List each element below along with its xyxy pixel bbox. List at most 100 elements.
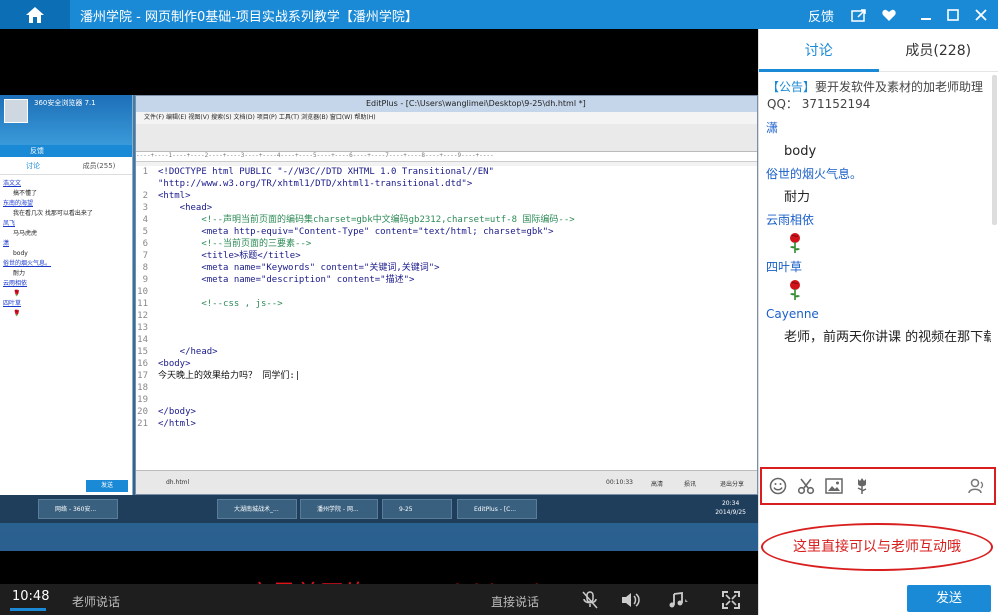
code-line: 19 [136, 394, 757, 406]
code-line: 1 <!DOCTYPE html PUBLIC "-//W3C//DTD XHTM… [136, 166, 757, 178]
clock-date: 2014/9/25 [715, 509, 746, 516]
maximize-icon[interactable] [944, 6, 962, 24]
line-number: 13 [137, 323, 148, 333]
mini-chat-user: 云雨相依 [3, 280, 28, 287]
teacher-speak-button[interactable]: 老师说话 [72, 593, 120, 610]
feedback-link[interactable]: 反馈 [808, 6, 834, 25]
tab-members[interactable]: 成员(228) [879, 29, 998, 71]
mini-chat-message: 🌹 [13, 290, 21, 297]
editplus-code: 1 <!DOCTYPE html PUBLIC "-//W3C//DTD XHTM… [136, 166, 757, 471]
fullscreen-icon[interactable] [720, 590, 742, 610]
mini-chat-bar: 反馈 [0, 145, 132, 157]
send-button[interactable]: 发送 [907, 585, 991, 612]
rose-icon [759, 279, 991, 303]
code-line: 20 </body> [136, 406, 757, 418]
image-icon[interactable] [820, 472, 848, 500]
volume-icon[interactable] [620, 590, 642, 610]
code-line: 10 [136, 286, 757, 298]
line-number: 21 [137, 419, 148, 429]
code-line: 9 <meta name="description" content="描述"> [136, 274, 757, 286]
mini-chat-message: 耐力 [13, 270, 26, 277]
code-text: <meta name="Keywords" content="关键词,关键词"> [158, 263, 440, 273]
direct-speak-button[interactable]: 直接说话 [491, 593, 539, 610]
share-icon[interactable] [850, 6, 868, 24]
mini-chat-window: 360安全浏览器 7.1 反馈 讨论 成员(255) 浩文文 搞不懂了 东南的海望我… [0, 95, 133, 495]
mic-muted-icon[interactable] [579, 590, 601, 610]
scissors-icon[interactable] [792, 472, 820, 500]
input-toolbar [760, 467, 996, 505]
player-controls: 10:48 老师说话 直接说话 [0, 584, 758, 615]
mini-chat-message: 🌹 [13, 310, 21, 317]
taskbar-item: 潘州学院 - 网... [300, 499, 378, 519]
play-time: 10:48 [12, 589, 50, 604]
mini-chat-user: 四叶草 [3, 300, 22, 307]
progress-bar[interactable] [10, 608, 46, 611]
line-number: 19 [137, 395, 148, 405]
announcement-label: 【公告】 [767, 80, 816, 94]
code-line: 16 <body> [136, 358, 757, 370]
minimize-icon[interactable] [917, 6, 935, 24]
code-line: 2 <html> [136, 190, 757, 202]
message-list: 潇 body 俗世的烟火气息。 耐力 云雨相依 四叶草 Cayenne 老师，前两天你讲课 的… [759, 117, 991, 469]
chat-panel: 讨论 成员(228) 【公告】要开发软件及素材的加老师助理QQ： 3711521… [758, 29, 998, 615]
line-number: 1 [142, 167, 148, 177]
tab-discuss[interactable]: 讨论 [759, 29, 879, 72]
top-bar: 潘州学院 - 网页制作0基础-项目实战系列教学【潘州学院】 反馈 [0, 0, 998, 29]
line-number: 10 [137, 287, 148, 297]
code-line: 3 <head> [136, 202, 757, 214]
code-line: 12 [136, 310, 757, 322]
hint-bubble: 这里直接可以与老师互动哦 [761, 523, 993, 571]
line-number: 9 [142, 275, 148, 285]
line-number: 5 [142, 227, 148, 237]
line-number: 2 [142, 191, 148, 201]
mini-chat-user: 浩文文 [3, 180, 22, 187]
line-number: 17 [137, 371, 148, 381]
home-button[interactable] [0, 0, 70, 29]
code-text: <!--声明当前页面的编码集charset=gbk中文编码gb2312,char… [158, 215, 575, 225]
mini-chat-user: 俗世的烟火气息。 [3, 260, 52, 267]
code-text: "http://www.w3.org/TR/xhtml1/DTD/xhtml1-… [158, 179, 473, 189]
taskbar-item: EditPlus - [C... [457, 499, 537, 519]
mini-send-button: 发送 [86, 480, 128, 492]
close-icon[interactable] [972, 6, 990, 24]
code-line: 7 <title>标题</title> [136, 250, 757, 262]
share-quality: 高清 [651, 481, 664, 488]
chat-scrollbar[interactable] [992, 75, 997, 225]
music-icon[interactable] [668, 590, 690, 610]
mini-chat-tabs: 讨论 成员(255) [0, 157, 132, 175]
message-text: 老师，前两天你讲课 的视频在那下载了 [784, 330, 991, 345]
editplus-ruler: ----+----1----+----2----+----3----+----4… [136, 152, 757, 162]
user-voice-icon[interactable] [962, 472, 990, 500]
line-number: 20 [137, 407, 148, 417]
line-number: 16 [137, 359, 148, 369]
mini-chat-user: 潇 [3, 240, 10, 247]
editplus-window: EditPlus - [C:\Users\wanglimei\Desktop\9… [135, 95, 758, 495]
home-icon [26, 6, 44, 23]
line-number: 7 [142, 251, 148, 261]
code-text: <head> [158, 203, 213, 213]
code-text: <meta http-equiv="Content-Type" content=… [158, 227, 554, 237]
avatar [4, 99, 28, 123]
message-username: 四叶草 [766, 260, 803, 274]
code-line: 18 [136, 382, 757, 394]
code-line: 4 <!--声明当前页面的编码集charset=gbk中文编码gb2312,ch… [136, 214, 757, 226]
heart-icon[interactable] [880, 6, 898, 24]
emoji-icon[interactable] [764, 472, 792, 500]
code-text: </body> [158, 407, 196, 417]
message-username: Cayenne [766, 307, 819, 321]
video-area[interactable]: 360安全浏览器 7.1 反馈 讨论 成员(255) 浩文文 搞不懂了 东南的海望我… [0, 29, 758, 584]
code-text: 今天晚上的效果给力吗？ 同学们:| [158, 371, 301, 381]
flower-icon[interactable] [848, 472, 876, 500]
announcement: 【公告】要开发软件及素材的加老师助理QQ： 371152194 [767, 79, 993, 113]
line-number: 8 [142, 263, 148, 273]
code-text: <!--css , js--> [158, 299, 283, 309]
mini-chat-title: 360安全浏览器 7.1 [34, 99, 96, 107]
editplus-toolbar [136, 124, 757, 152]
course-title: 潘州学院 - 网页制作0基础-项目实战系列教学【潘州学院】 [80, 10, 418, 25]
code-line: 8 <meta name="Keywords" content="关键词,关键词… [136, 262, 757, 274]
mini-chat-list: 浩文文 搞不懂了 东南的海望 我在看几次 找那可以看出来了 凤飞 马马虎虎潇 body 俗世的… [0, 175, 132, 323]
mini-chat-user: 凤飞 [3, 220, 16, 227]
editplus-menu: 文件(F) 编辑(E) 视图(V) 搜索(S) 文档(D) 项目(P) 工具(T… [136, 112, 757, 124]
inner-taskbar: 网络 - 360安... 大湖南城战术_... 潘州学院 - 网... 9-25… [0, 495, 758, 523]
clock-time: 20:34 [721, 500, 740, 507]
